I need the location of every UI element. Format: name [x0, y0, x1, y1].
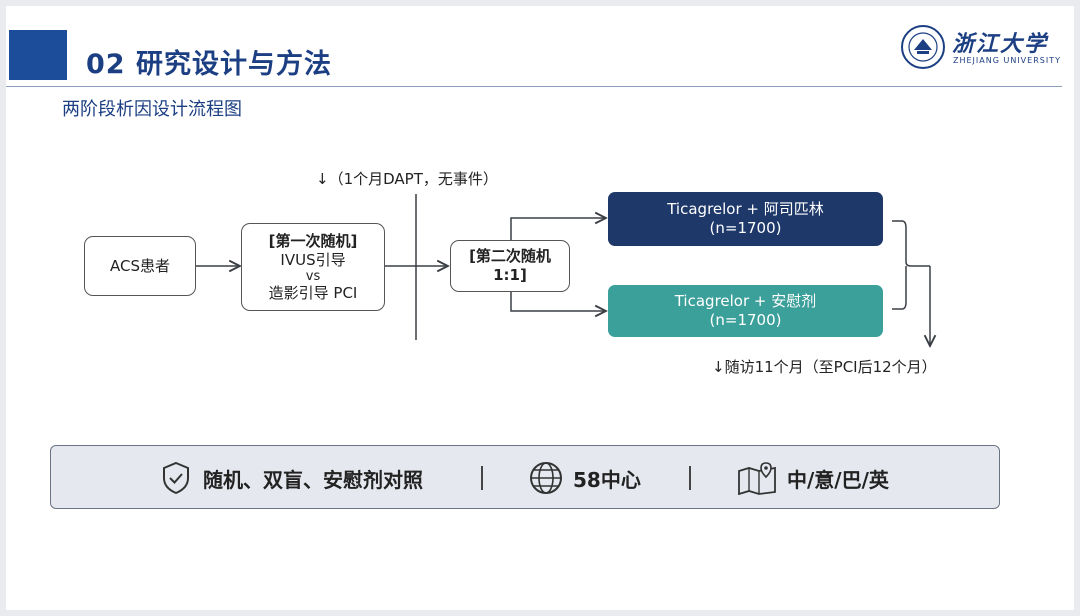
banner-item-countries: 中/意/巴/英 — [737, 446, 889, 510]
banner-item-centers: 58中心 — [529, 446, 641, 510]
flow-connectors — [196, 194, 1080, 616]
arms-merge-brace — [892, 220, 930, 310]
second-randomization-ratio: 1:1] — [493, 266, 527, 284]
arm2-drug-label: Ticagrelor + 安慰剂 — [674, 292, 817, 310]
arrow-rand2-to-arm2 — [510, 292, 606, 311]
first-randomization-box: [第一次随机] IVUS引导 vs 造影引导 PCI — [241, 223, 385, 311]
banner-centers-text: 58中心 — [573, 467, 641, 492]
second-randomization-box: [第二次随机 1:1] — [450, 240, 570, 292]
globe-icon — [530, 462, 562, 494]
second-randomization-title: [第二次随机 — [469, 247, 551, 265]
arm1-drug-label: Ticagrelor + 阿司匹林 — [667, 200, 824, 218]
first-randomization-ivus: IVUS引导 — [280, 250, 346, 269]
dapt-note: ↓（1个月DAPT，无事件） — [316, 170, 498, 188]
banner-separator — [689, 466, 691, 490]
acs-patients-box: ACS患者 — [84, 236, 196, 296]
acs-patients-label: ACS患者 — [110, 256, 170, 275]
shield-check-icon — [163, 461, 189, 495]
design-features-banner: 随机、双盲、安慰剂对照 58中心 中/意/巴/英 — [50, 445, 1000, 509]
banner-design-text: 随机、双盲、安慰剂对照 — [203, 467, 423, 492]
arm-ticagrelor-placebo-box: Ticagrelor + 安慰剂 (n=1700) — [608, 285, 883, 337]
first-randomization-title: [第一次随机] — [268, 231, 358, 250]
first-randomization-vs: vs — [305, 268, 321, 284]
arm2-count: (n=1700) — [709, 311, 782, 329]
arrow-rand2-to-arm1 — [510, 218, 606, 240]
banner-countries-text: 中/意/巴/英 — [787, 467, 889, 492]
followup-note: ↓随访11个月（至PCI后12个月） — [712, 358, 937, 376]
map-pin-icon — [738, 462, 776, 495]
banner-separator — [481, 466, 483, 490]
banner-item-design: 随机、双盲、安慰剂对照 — [161, 446, 423, 510]
first-randomization-angio: 造影引导 PCI — [268, 283, 358, 302]
arm-ticagrelor-aspirin-box: Ticagrelor + 阿司匹林 (n=1700) — [608, 192, 883, 246]
arm1-count: (n=1700) — [709, 219, 782, 237]
